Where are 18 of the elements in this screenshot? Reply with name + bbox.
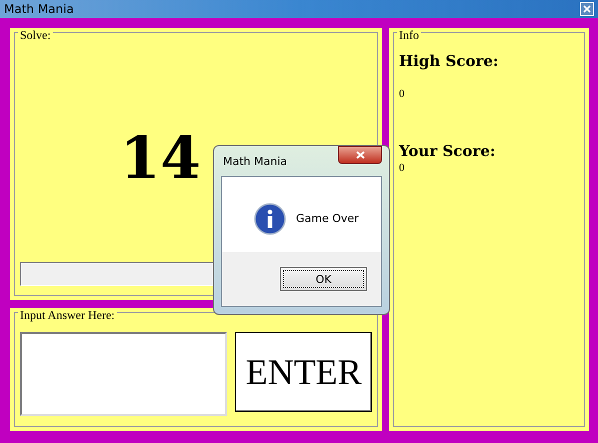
panel-legend: Solve:	[18, 28, 53, 42]
high-score-value: 0	[399, 88, 406, 100]
your-score-value: 0	[399, 162, 406, 174]
ok-button[interactable]: OK	[280, 267, 367, 291]
panel-legend: Info	[397, 28, 421, 42]
enter-button[interactable]: ENTER	[235, 332, 372, 412]
math-problem: 14	[120, 128, 201, 188]
window-title: Math Mania	[4, 2, 74, 16]
close-button[interactable]	[338, 146, 382, 164]
dialog-title: Math Mania	[223, 154, 288, 168]
panel-legend: Input Answer Here:	[18, 308, 117, 322]
info-icon	[254, 202, 286, 234]
your-score-label: Your Score:	[399, 142, 496, 160]
answer-field[interactable]	[20, 332, 228, 416]
dialog-message: Game Over	[296, 212, 359, 225]
close-icon	[583, 5, 591, 13]
high-score-label: High Score:	[399, 52, 500, 70]
close-icon	[356, 151, 364, 159]
